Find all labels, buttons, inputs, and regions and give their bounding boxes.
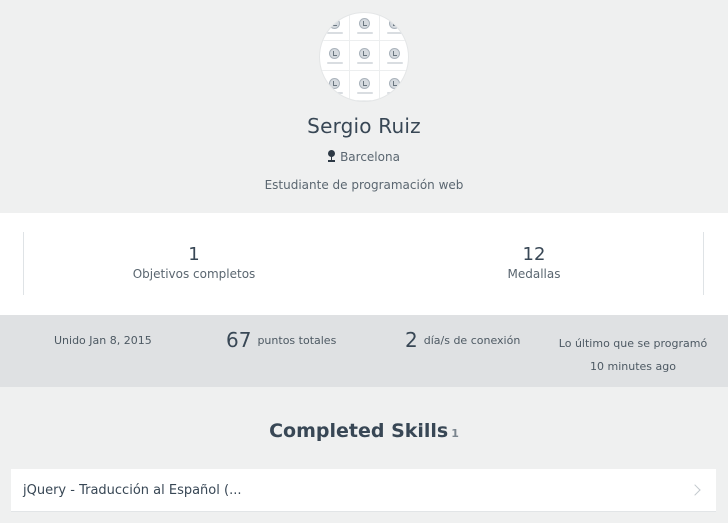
total-points: 67 puntos totales — [226, 328, 336, 352]
location-pin-icon — [328, 150, 336, 162]
activity-bar: Unido Jan 8, 2015 67 puntos totales 2 día/… — [0, 315, 728, 387]
stat-medals[interactable]: 12 Medallas — [434, 244, 634, 282]
goals-count: 1 — [188, 244, 200, 265]
days-value: 2 — [405, 328, 418, 352]
last-coded: Lo último que se programó 10 minutes ago — [558, 337, 708, 373]
badge-thumbnail — [350, 71, 380, 101]
badge-thumbnail — [320, 13, 350, 41]
avatar[interactable] — [319, 12, 409, 102]
location-label: Barcelona — [340, 150, 400, 164]
points-value: 67 — [226, 328, 252, 352]
badges-grid-icon — [320, 13, 408, 101]
goals-label: Objetivos completos — [132, 267, 256, 281]
skill-list-item[interactable]: jQuery - Traducción al Español (... — [11, 469, 716, 512]
stats-panel: 1 Objetivos completos 12 Medallas — [0, 213, 728, 315]
chevron-right-icon — [689, 484, 701, 496]
days-label: día/s de conexión — [423, 334, 521, 347]
profile-bio: Estudiante de programación web — [264, 178, 464, 192]
badge-thumbnail — [380, 41, 408, 71]
badge-thumbnail — [320, 71, 350, 101]
joined-date: Unido Jan 8, 2015 — [54, 334, 152, 347]
completed-skills-heading: Completed Skills 1 — [0, 420, 728, 442]
stat-goals[interactable]: 1 Objetivos completos — [94, 244, 294, 282]
completed-skills-title: Completed Skills — [269, 420, 449, 442]
medals-label: Medallas — [507, 267, 561, 281]
medals-count: 12 — [522, 244, 546, 265]
skill-name: jQuery - Traducción al Español (... — [23, 482, 242, 498]
profile-name: Sergio Ruiz — [307, 114, 421, 138]
login-days: 2 día/s de conexión — [405, 328, 520, 352]
stats-box: 1 Objetivos completos 12 Medallas — [23, 232, 704, 295]
badge-thumbnail — [320, 41, 350, 71]
badge-thumbnail — [350, 13, 380, 41]
profile-location: Barcelona — [0, 150, 728, 164]
badge-thumbnail — [380, 13, 408, 41]
profile-header: Sergio Ruiz Barcelona Estudiante de prog… — [0, 0, 728, 213]
completed-skills-count: 1 — [451, 427, 459, 440]
badge-thumbnail — [350, 41, 380, 71]
badge-thumbnail — [380, 71, 408, 101]
points-label: puntos totales — [257, 334, 337, 347]
